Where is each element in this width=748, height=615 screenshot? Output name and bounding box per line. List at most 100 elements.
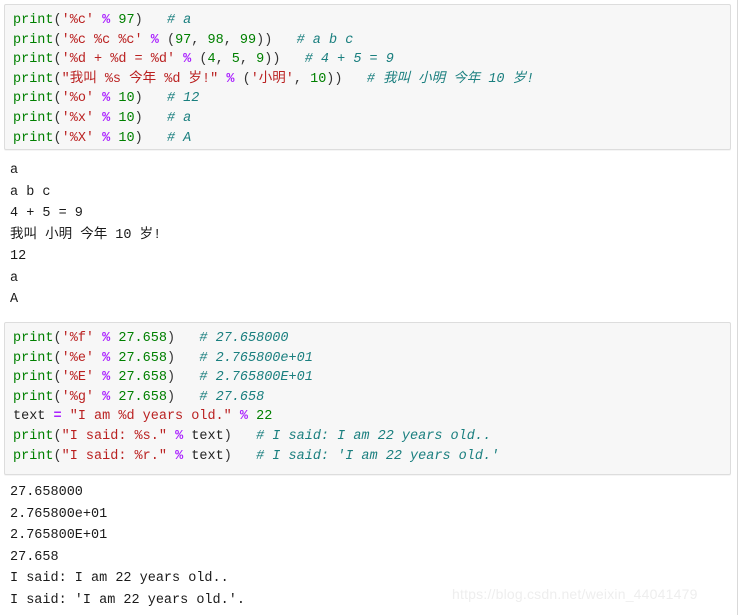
code-token: "我叫 %s 今年 %d 岁!" [61,71,219,87]
code-token: print [13,52,54,68]
code-token: ( [53,448,62,464]
code-token: 97 [175,32,192,48]
code-token: ) [134,110,143,126]
code-token: ) [134,91,143,107]
output-line: 2.765800E+01 [10,528,108,543]
code-token: # 我叫 小明 今年 10 岁! [366,71,535,87]
code-token: ) [223,448,232,464]
code-token: '%E' [61,370,95,386]
code-block-string-format-floats: print('%f' % 27.658) # 27.658000 print('%… [4,322,731,475]
code-token: # A [166,130,192,146]
code-token: print [13,389,54,405]
code-token: ( [53,52,62,68]
code-token: text [191,428,224,444]
code-token: ( [53,110,62,126]
code-token: ) [166,331,176,346]
code-token: , [239,52,257,68]
code-token: 4 [207,52,216,68]
output-line: 27.658 [10,549,59,565]
code-line: print('%E' % 27.658) # 2.765800E+01 [13,368,730,388]
code-token: ( [53,370,62,386]
code-line: print("I said: %s." % text) # I said: I … [13,427,730,447]
code-token: 27.658 [118,350,167,366]
output-line: 我叫 小明 今年 10 岁! [10,227,162,243]
code-token: ( [242,71,251,87]
code-token: '%c %c %c' [61,32,143,48]
code-token: # a [166,13,192,28]
code-line: print('%o' % 10) # 12 [13,89,730,109]
code-token: ( [53,389,62,405]
code-token: ) [223,428,232,444]
code-token: '小明' [250,71,294,87]
code-line: print('%c' % 97) # a [13,11,730,31]
code-token: '%d + %d = %d' [61,52,176,68]
code-token: 10 [118,91,135,107]
code-token: ) [134,130,143,146]
code-token: 99 [239,32,257,48]
code-block-string-format-integers: print('%c' % 97) # a print('%c %c %c' % (… [4,4,731,150]
code-token: text [191,448,224,464]
code-token: '%f' [61,331,95,346]
code-token: )) [256,32,273,48]
code-token: '%c' [61,13,95,28]
output-line: a [10,163,19,178]
code-token: 22 [256,409,273,425]
code-token: print [13,32,54,48]
code-token: % [239,409,248,425]
code-token: , [223,32,240,48]
output-block-string-format-integers: aa b c4 + 5 = 9 我叫 小明 今年 10 岁! 12 a A [10,160,720,311]
code-token: # 4 + 5 = 9 [304,52,394,68]
code-token: '%g' [61,389,95,405]
code-token: , [191,32,208,48]
code-token: print [13,331,54,346]
code-token: )) [326,71,343,87]
code-token: % [150,32,159,48]
code-token: 27.658 [118,370,167,386]
code-line: print("I said: %r." % text) # I said: 'I… [13,447,730,467]
code-token: ( [53,428,62,444]
code-token: print [13,370,54,386]
code-token: "I said: %s." [61,428,167,444]
code-token: 97 [118,13,135,28]
code-token: print [13,130,54,146]
code-token: # a b c [296,32,354,48]
code-token: ( [53,13,62,28]
code-line: print('%X' % 10) # A [13,129,730,149]
code-line: print('%g' % 27.658) # 27.658 [13,388,730,408]
output-line: a [10,270,19,286]
code-token: print [13,13,54,28]
code-token: 9 [256,52,265,68]
code-token: # 2.765800E+01 [199,370,313,386]
code-token: # 2.765800e+01 [199,350,313,366]
code-token: ) [166,370,176,386]
code-line: print('%e' % 27.658) # 2.765800e+01 [13,349,730,369]
code-token: print [13,428,54,444]
code-token: )) [264,52,281,68]
code-line: print('%x' % 10) # a [13,109,730,129]
code-token: ) [166,350,176,366]
watermark-url: https://blog.csdn.net/weixin_44041479 [452,586,698,602]
code-token: ) [134,13,143,28]
